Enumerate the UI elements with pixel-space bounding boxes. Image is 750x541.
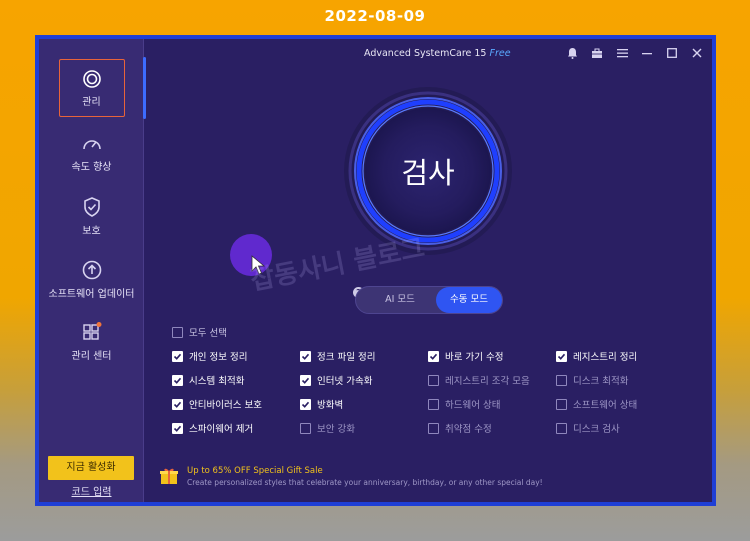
speedometer-icon (82, 140, 101, 150)
checkbox-checked-icon (300, 350, 311, 362)
gift-icon (160, 468, 178, 484)
option-hardware-status[interactable]: 하드웨어 상태 (428, 397, 500, 411)
option-label: 레지스트리 조각 모음 (445, 376, 530, 387)
option-label: 보안 강화 (317, 424, 355, 435)
option-internet-boost[interactable]: 인터넷 가속화 (300, 373, 372, 387)
menu-icon[interactable] (613, 45, 631, 61)
sidebar-item-software-updater[interactable]: 소프트웨어 업데이터 (39, 259, 144, 300)
app-title: Advanced SystemCare 15 Free (364, 48, 511, 59)
sidebar-item-label: 관리 센터 (71, 351, 112, 362)
option-disk-scan[interactable]: 디스크 검사 (556, 421, 620, 435)
option-registry-clean[interactable]: 레지스트리 정리 (556, 349, 637, 363)
checkbox-box (172, 326, 183, 338)
bell-icon[interactable] (563, 45, 581, 61)
checkbox-box (556, 374, 567, 386)
app-frame: 관리 속도 향상 보호 소프트웨어 업데이터 관리 센터 지금 활성화 코드 입… (35, 35, 716, 506)
checkbox-box (556, 398, 567, 410)
checkbox-box (428, 398, 439, 410)
title-bar: Advanced SystemCare 15 Free (144, 39, 712, 67)
minimize-icon[interactable] (638, 45, 656, 61)
option-software-status[interactable]: 소프트웨어 상태 (556, 397, 637, 411)
enter-code-link[interactable]: 코드 입력 (39, 483, 144, 498)
checkbox-box (428, 422, 439, 434)
promo-banner[interactable]: Up to 65% OFF Special Gift Sale Create p… (159, 466, 543, 488)
toolbox-icon[interactable] (588, 45, 606, 61)
sidebar-item-label: 소프트웨어 업데이터 (48, 289, 135, 300)
checkbox-box (556, 422, 567, 434)
sidebar-item-label: 보호 (82, 226, 101, 237)
shield-icon (83, 197, 100, 217)
checkbox-checked-icon (172, 422, 183, 434)
select-all-label: 모두 선택 (189, 328, 227, 339)
app-name: Advanced SystemCare 15 (364, 48, 487, 59)
option-label: 취약점 수정 (445, 424, 492, 435)
sidebar-item-action-center[interactable]: 관리 센터 (39, 321, 144, 362)
checkbox-box (428, 374, 439, 386)
option-label: 방화벽 (317, 400, 344, 411)
sidebar-item-care[interactable]: 관리 (39, 69, 144, 108)
option-disk-optimize[interactable]: 디스크 최적화 (556, 373, 628, 387)
scan-button[interactable]: 검사 (342, 85, 514, 257)
ai-mode-option[interactable]: AI 모드 (364, 287, 436, 313)
option-label: 디스크 최적화 (573, 376, 629, 387)
select-all-checkbox[interactable]: 모두 선택 (172, 325, 227, 339)
date-caption: 2022-08-09 (324, 7, 426, 25)
manual-mode-option[interactable]: 수동 모드 (436, 287, 502, 313)
promo-subtitle: Create personalized styles that celebrat… (187, 478, 543, 487)
sidebar-item-protect[interactable]: 보호 (39, 196, 144, 237)
checkbox-checked-icon (300, 398, 311, 410)
option-label: 안티바이러스 보호 (189, 400, 262, 411)
checkbox-box (300, 422, 311, 434)
mode-toggle: AI 모드 수동 모드 (355, 286, 503, 314)
option-label: 하드웨어 상태 (445, 400, 501, 411)
option-antivirus[interactable]: 안티바이러스 보호 (172, 397, 262, 411)
checkbox-checked-icon (172, 374, 183, 386)
option-firewall[interactable]: 방화벽 (300, 397, 343, 411)
checkbox-checked-icon (172, 398, 183, 410)
titlebar-icons (563, 45, 706, 61)
care-icon (82, 70, 101, 88)
option-label: 시스템 최적화 (189, 376, 245, 387)
promo-title: Up to 65% OFF Special Gift Sale (187, 466, 323, 476)
maximize-icon[interactable] (663, 45, 681, 61)
grid-icon (82, 322, 101, 340)
option-label: 디스크 검사 (573, 424, 620, 435)
option-security-reinforce[interactable]: 보안 강화 (300, 421, 355, 435)
close-icon[interactable] (688, 45, 706, 61)
option-spyware-removal[interactable]: 스파이웨어 제거 (172, 421, 253, 435)
update-icon (82, 260, 101, 280)
sidebar-item-speedup[interactable]: 속도 향상 (39, 134, 144, 173)
option-privacy-sweep[interactable]: 개인 정보 정리 (172, 349, 247, 363)
app-window: 관리 속도 향상 보호 소프트웨어 업데이터 관리 센터 지금 활성화 코드 입… (39, 39, 712, 502)
option-label: 스파이웨어 제거 (189, 424, 254, 435)
option-label: 정크 파일 정리 (317, 352, 376, 363)
sidebar-item-label: 관리 (82, 97, 101, 108)
option-label: 레지스트리 정리 (573, 352, 638, 363)
option-vulnerability-fix[interactable]: 취약점 수정 (428, 421, 492, 435)
edition-label: Free (489, 48, 511, 59)
option-registry-defrag[interactable]: 레지스트리 조각 모음 (428, 373, 530, 387)
option-junk-file-clean[interactable]: 정크 파일 정리 (300, 349, 375, 363)
activate-now-button[interactable]: 지금 활성화 (48, 456, 134, 480)
checkbox-checked-icon (300, 374, 311, 386)
option-system-optimize[interactable]: 시스템 최적화 (172, 373, 244, 387)
sidebar-item-label: 속도 향상 (71, 162, 112, 173)
option-label: 인터넷 가속화 (317, 376, 373, 387)
checkbox-checked-icon (172, 350, 183, 362)
scan-label: 검사 (401, 156, 455, 190)
option-label: 개인 정보 정리 (189, 352, 248, 363)
option-shortcut-fix[interactable]: 바로 가기 수정 (428, 349, 503, 363)
promo-text: Up to 65% OFF Special Gift Sale Create p… (187, 466, 543, 488)
option-label: 바로 가기 수정 (445, 352, 504, 363)
checkbox-checked-icon (556, 350, 567, 362)
checkbox-checked-icon (428, 350, 439, 362)
sidebar: 관리 속도 향상 보호 소프트웨어 업데이터 관리 센터 지금 활성화 코드 입… (39, 39, 144, 502)
option-label: 소프트웨어 상태 (573, 400, 638, 411)
